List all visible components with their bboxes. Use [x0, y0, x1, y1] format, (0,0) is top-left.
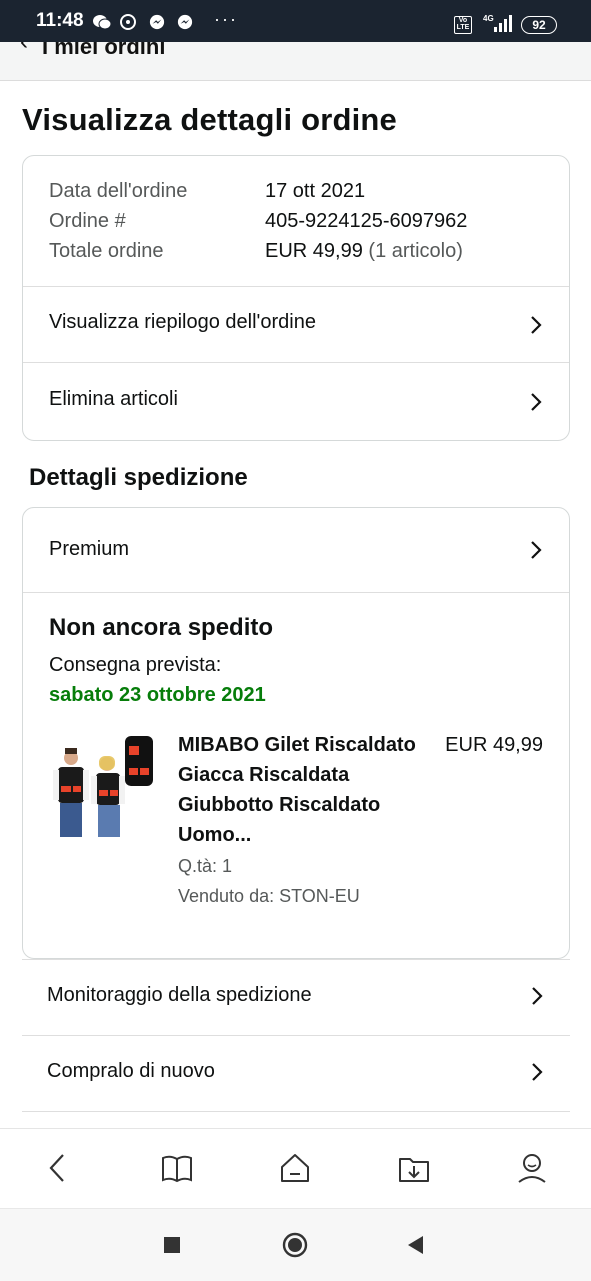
browser-bottom-nav	[0, 1128, 591, 1209]
messenger-icon	[149, 14, 165, 30]
order-total-amount: EUR 49,99	[265, 240, 363, 262]
chat-icon	[120, 14, 136, 30]
chevron-right-icon	[532, 987, 543, 1005]
delivery-date: sabato 23 ottobre 2021	[49, 684, 266, 706]
order-date-value: 17 ott 2021	[265, 180, 366, 202]
account-icon[interactable]	[515, 1151, 549, 1185]
product-image[interactable]	[49, 730, 157, 840]
volte-icon: Vo LTE	[454, 16, 472, 34]
battery-icon: 92	[521, 16, 557, 34]
order-number-label: Ordine #	[49, 210, 126, 232]
delete-items-label: Elimina articoli	[49, 388, 178, 410]
order-number-value: 405-9224125-6097962	[265, 210, 468, 232]
download-icon[interactable]	[397, 1151, 431, 1185]
delivery-label: Consegna prevista:	[49, 654, 222, 676]
order-info-card: Data dell'ordine 17 ott 2021 Ordine # 40…	[22, 155, 570, 441]
view-order-summary-label: Visualizza riepilogo dell'ordine	[49, 311, 316, 333]
shipping-details-heading: Dettagli spedizione	[29, 464, 248, 491]
status-bar: 11:48 ··· Vo LTE 4G 92	[0, 0, 591, 42]
chevron-right-icon	[531, 541, 542, 559]
order-total-value: EUR 49,99 (1 articolo)	[265, 240, 463, 263]
product-price: EUR 49,99	[445, 734, 543, 756]
track-shipment-row[interactable]: Monitoraggio della spedizione	[22, 959, 570, 1036]
more-notifications-icon: ···	[214, 9, 238, 29]
chevron-right-icon	[532, 1063, 543, 1081]
top-nav: ‹ I miei ordini	[0, 42, 591, 81]
shipping-card: Premium Non ancora spedito Consegna prev…	[22, 507, 570, 959]
home-icon[interactable]	[278, 1151, 312, 1185]
messenger-icon-2	[177, 14, 193, 30]
product-quantity: Q.tà: 1	[178, 856, 233, 876]
buy-again-row[interactable]: Compralo di nuovo	[22, 1035, 570, 1112]
status-time: 11:48	[36, 10, 84, 31]
chevron-right-icon	[531, 316, 542, 334]
order-date-label: Data dell'ordine	[49, 180, 188, 202]
shipping-method-label: Premium	[49, 538, 130, 560]
order-total-items: (1 articolo)	[368, 240, 463, 262]
view-order-summary-row[interactable]: Visualizza riepilogo dell'ordine	[23, 286, 569, 363]
track-shipment-label: Monitoraggio della spedizione	[47, 984, 312, 1006]
recents-icon[interactable]	[162, 1235, 182, 1255]
shipment-status: Non ancora spedito	[49, 614, 274, 641]
delete-items-row[interactable]: Elimina articoli	[23, 362, 569, 440]
home-button-icon[interactable]	[282, 1232, 308, 1258]
page-title: Visualizza dettagli ordine	[22, 102, 397, 137]
wechat-icon	[93, 15, 111, 30]
product-seller: Venduto da: STON-EU	[178, 886, 360, 906]
back-icon[interactable]	[41, 1151, 75, 1185]
chevron-right-icon	[531, 393, 542, 411]
svg-text:4G: 4G	[483, 14, 494, 23]
divider	[23, 592, 569, 593]
product-title-link[interactable]: MIBABO Gilet Riscaldato Giacca Riscaldat…	[178, 730, 418, 850]
divider	[22, 1111, 570, 1112]
order-total-label: Totale ordine	[49, 240, 164, 262]
back-chevron-icon[interactable]: ‹	[20, 42, 28, 56]
system-nav-bar	[0, 1208, 591, 1281]
book-icon[interactable]	[160, 1151, 194, 1185]
buy-again-label: Compralo di nuovo	[47, 1060, 215, 1082]
back-to-orders-link[interactable]: I miei ordini	[42, 42, 165, 60]
signal-icon: 4G	[483, 14, 512, 32]
shipping-method-row[interactable]: Premium	[23, 508, 569, 592]
system-back-icon[interactable]	[405, 1234, 427, 1256]
